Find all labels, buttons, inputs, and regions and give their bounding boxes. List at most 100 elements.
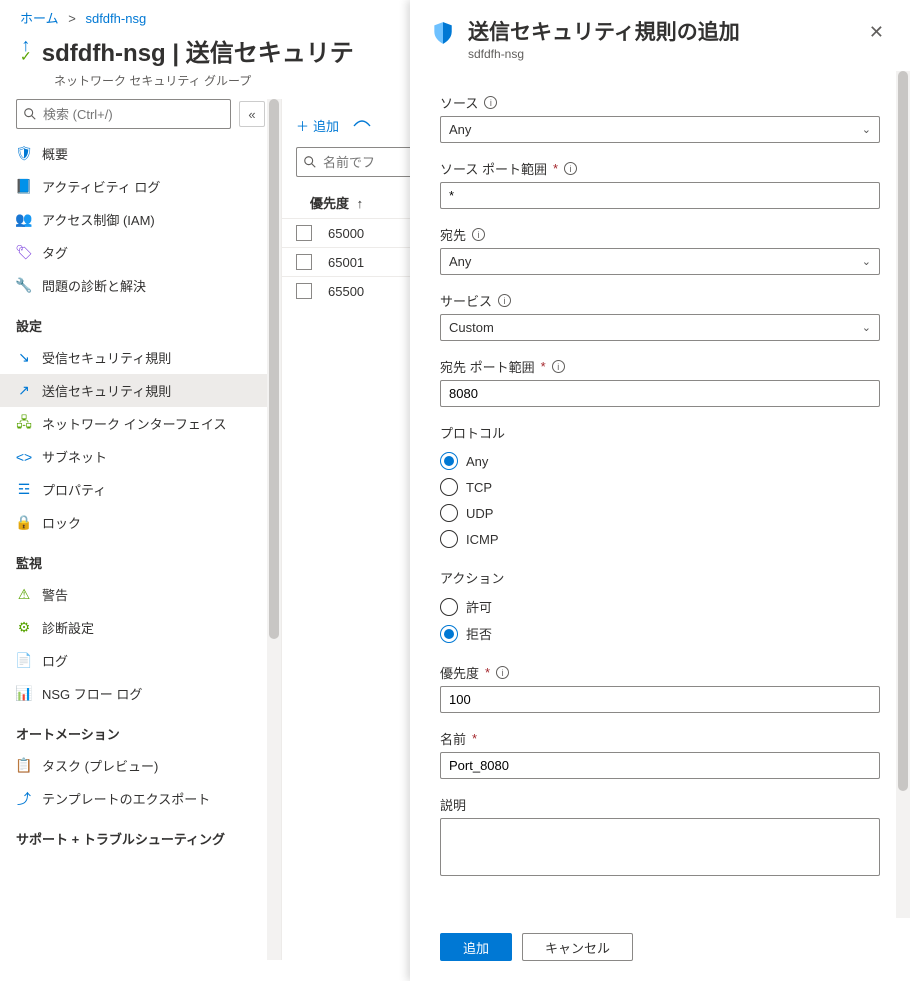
left-navigation: « 🛡概要📘アクティビティ ログ👥アクセス制御 (IAM) 🏷 タグ 🔧 問題の診断と解… <box>0 99 282 960</box>
nav-item-alert[interactable]: ⚠警告 <box>0 578 281 611</box>
label-destination: 宛先i <box>440 225 880 244</box>
col-priority[interactable]: 優先度 <box>310 196 349 211</box>
alert-icon: ⚠ <box>16 587 32 603</box>
description-input[interactable] <box>440 818 880 876</box>
action-deny-label: 拒否 <box>466 624 492 643</box>
page-title: sdfdfh-nsg | 送信セキュリテ <box>42 33 354 68</box>
panel-body: ソースi Any ⌄ ソース ポート範囲*i 宛先i Any ⌄ サービスi C… <box>410 71 910 918</box>
action-allow-radio[interactable]: 許可 <box>440 593 880 620</box>
nav-item-label: 受信セキュリティ規則 <box>42 348 171 367</box>
diagnose-icon: 🔧 <box>16 278 32 294</box>
label-description: 説明 <box>440 795 880 814</box>
label-source-port: ソース ポート範囲*i <box>440 159 880 178</box>
properties-icon: ☲ <box>16 482 32 498</box>
inbound-icon: ↘ <box>16 350 32 366</box>
row-checkbox[interactable] <box>296 254 312 270</box>
breadcrumb-separator: > <box>68 11 76 26</box>
info-icon[interactable]: i <box>552 360 565 373</box>
breadcrumb-current[interactable]: sdfdfh-nsg <box>85 11 146 26</box>
flow-log-icon: 📊 <box>16 686 32 702</box>
nav-group-automation: オートメーション <box>0 710 281 749</box>
export-icon: ⤴ <box>16 791 32 807</box>
nav-item-tasks[interactable]: 📋タスク (プレビュー) <box>0 749 281 782</box>
radio-icon <box>440 625 458 643</box>
label-source: ソースi <box>440 93 880 112</box>
protocol-icmp-radio[interactable]: ICMP <box>440 526 880 552</box>
info-icon[interactable]: i <box>496 666 509 679</box>
row-priority: 65500 <box>328 284 364 299</box>
nav-item-activity[interactable]: 📘アクティビティ ログ <box>0 170 281 203</box>
nav-item-label: 送信セキュリティ規則 <box>42 381 171 400</box>
nav-item-export[interactable]: ⤴テンプレートのエクスポート <box>0 782 281 815</box>
label-action: アクション <box>440 568 880 587</box>
nav-item-label: サブネット <box>42 447 107 466</box>
protocol-radiogroup: Any TCP UDP ICMP <box>440 448 880 552</box>
info-icon[interactable]: i <box>484 96 497 109</box>
dest-port-input[interactable] <box>440 380 880 407</box>
row-checkbox[interactable] <box>296 283 312 299</box>
collapse-nav-button[interactable]: « <box>239 101 265 127</box>
shield-icon <box>430 20 456 46</box>
nav-item-lock[interactable]: 🔒ロック <box>0 506 281 539</box>
nav-item-iam[interactable]: 👥アクセス制御 (IAM) <box>0 203 281 236</box>
nav-item-inbound[interactable]: ↘ 受信セキュリティ規則 <box>0 341 281 374</box>
sort-arrow-icon: ↑ <box>357 196 364 211</box>
radio-icon <box>440 530 458 548</box>
nav-item-diagnose[interactable]: 🔧 問題の診断と解決 <box>0 269 281 302</box>
priority-input[interactable] <box>440 686 880 713</box>
action-allow-label: 許可 <box>466 597 492 616</box>
nav-item-properties[interactable]: ☲プロパティ <box>0 473 281 506</box>
nav-item-diag-settings[interactable]: ⚙診断設定 <box>0 611 281 644</box>
breadcrumb-home[interactable]: ホーム <box>20 11 59 26</box>
tag-icon: 🏷 <box>16 245 32 261</box>
action-deny-radio[interactable]: 拒否 <box>440 620 880 647</box>
nav-item-subnet[interactable]: <> サブネット <box>0 440 281 473</box>
toolbar-more-button[interactable] <box>353 120 371 132</box>
radio-icon <box>440 452 458 470</box>
add-rule-button[interactable]: ＋ 追加 <box>296 116 339 135</box>
row-checkbox[interactable] <box>296 225 312 241</box>
panel-subtitle: sdfdfh-nsg <box>468 47 740 61</box>
protocol-any-radio[interactable]: Any <box>440 448 880 474</box>
subnet-icon: <> <box>16 449 32 465</box>
panel-cancel-button[interactable]: キャンセル <box>522 933 633 961</box>
protocol-udp-radio[interactable]: UDP <box>440 500 880 526</box>
tasks-icon: 📋 <box>16 758 32 774</box>
nav-item-label: タグ <box>42 243 68 262</box>
nav-item-label: 診断設定 <box>42 618 94 637</box>
nav-scrollbar[interactable] <box>267 99 281 960</box>
destination-select[interactable]: Any ⌄ <box>440 248 880 275</box>
up-arrow-icon[interactable]: ↑ ✓ <box>20 39 32 61</box>
label-dest-port: 宛先 ポート範囲*i <box>440 357 880 376</box>
panel-add-button[interactable]: 追加 <box>440 933 512 961</box>
name-input[interactable] <box>440 752 880 779</box>
panel-scrollbar[interactable] <box>896 71 910 918</box>
row-priority: 65001 <box>328 255 364 270</box>
nav-item-flow-log[interactable]: 📊 NSG フロー ログ <box>0 677 281 710</box>
nav-item-tag[interactable]: 🏷 タグ <box>0 236 281 269</box>
nav-item-label: 問題の診断と解決 <box>42 276 146 295</box>
nav-search-box[interactable] <box>16 99 231 129</box>
nav-item-log[interactable]: 📄ログ <box>0 644 281 677</box>
chevron-down-icon: ⌄ <box>862 255 871 268</box>
nav-item-outbound[interactable]: ↗送信セキュリティ規則 <box>0 374 281 407</box>
info-icon[interactable]: i <box>498 294 511 307</box>
nav-item-nic[interactable]: 🖧ネットワーク インターフェイス <box>0 407 281 440</box>
source-port-input[interactable] <box>440 182 880 209</box>
nav-item-label: NSG フロー ログ <box>42 684 142 703</box>
panel-close-button[interactable]: ✕ <box>863 20 890 45</box>
search-icon <box>303 155 317 169</box>
log-icon: 📄 <box>16 653 32 669</box>
label-priority: 優先度*i <box>440 663 880 682</box>
source-select[interactable]: Any ⌄ <box>440 116 880 143</box>
protocol-tcp-radio[interactable]: TCP <box>440 474 880 500</box>
lock-icon: 🔒 <box>16 515 32 531</box>
nav-search-input[interactable] <box>43 107 224 122</box>
radio-icon <box>440 504 458 522</box>
protocol-option-label: TCP <box>466 480 492 495</box>
info-icon[interactable]: i <box>472 228 485 241</box>
radio-icon <box>440 478 458 496</box>
service-select[interactable]: Custom ⌄ <box>440 314 880 341</box>
info-icon[interactable]: i <box>564 162 577 175</box>
nav-item-shield[interactable]: 🛡概要 <box>0 137 281 170</box>
